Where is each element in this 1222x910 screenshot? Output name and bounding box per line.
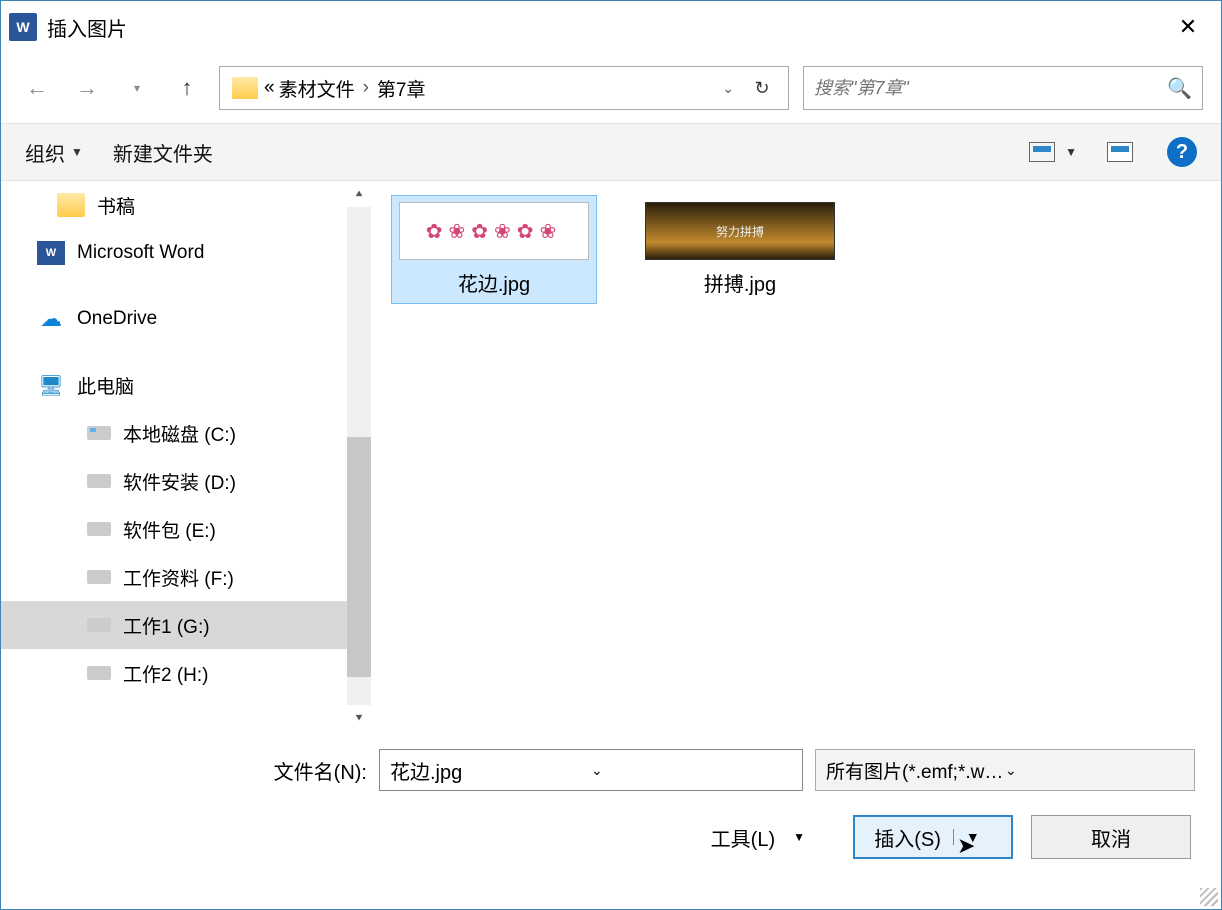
sidebar-item-drive-c[interactable]: 本地磁盘 (C:) — [1, 409, 371, 457]
tools-button[interactable]: 工具(L) ▼ — [711, 823, 805, 852]
organize-label: 组织 — [25, 138, 65, 167]
resize-grip[interactable] — [1200, 888, 1218, 906]
folder-icon — [57, 193, 85, 217]
drive-icon — [87, 522, 111, 536]
breadcrumb-parent[interactable]: 素材文件 — [279, 75, 355, 102]
insert-split-dropdown[interactable]: ▼ — [953, 829, 992, 845]
filetype-value: 所有图片(*.emf;*.wmf;*.jpg;*.jpeg;*.png;*.bm… — [826, 757, 1005, 784]
scroll-down-icon[interactable]: ⯆ — [347, 705, 371, 731]
address-bar[interactable]: « 素材文件 › 第7章 ⌄ ↻ — [219, 66, 789, 110]
filetype-dropdown[interactable]: 所有图片(*.emf;*.wmf;*.jpg;*.jpeg;*.png;*.bm… — [815, 749, 1195, 791]
sidebar-item-drive-h[interactable]: 工作2 (H:) — [1, 649, 371, 697]
file-item[interactable]: 花边.jpg — [391, 195, 597, 304]
scroll-thumb[interactable] — [347, 437, 371, 677]
chevron-down-icon: ▼ — [1065, 145, 1077, 159]
view-icon — [1029, 142, 1055, 162]
main-area: 书稿 W Microsoft Word ☁ OneDrive 🖥 此电脑 本地磁… — [1, 181, 1221, 731]
sidebar-item-drive-d[interactable]: 软件安装 (D:) — [1, 457, 371, 505]
breadcrumb-prefix: « — [264, 77, 275, 99]
breadcrumb-separator-icon: › — [363, 77, 369, 99]
file-label: 拼搏.jpg — [642, 268, 838, 297]
drive-icon — [87, 426, 111, 440]
file-thumbnail: 努力拼搏 — [645, 202, 835, 260]
insert-button[interactable]: 插入(S) ▼ ➤ — [853, 815, 1013, 859]
sidebar-item-word[interactable]: W Microsoft Word — [1, 229, 371, 277]
chevron-down-icon: ▼ — [71, 145, 83, 159]
preview-pane-icon — [1107, 142, 1133, 162]
sidebar-item-onedrive[interactable]: ☁ OneDrive — [1, 295, 371, 343]
pc-icon: 🖥 — [37, 373, 65, 397]
new-folder-label: 新建文件夹 — [113, 138, 213, 167]
sidebar-item-label: OneDrive — [77, 308, 157, 330]
cancel-label: 取消 — [1091, 823, 1131, 852]
search-input[interactable] — [814, 78, 1167, 99]
filename-input[interactable]: 花边.jpg ⌄ — [379, 749, 803, 791]
breadcrumb[interactable]: « 素材文件 › 第7章 — [264, 75, 722, 102]
close-button[interactable]: ✕ — [1163, 1, 1213, 53]
sidebar-item-label: 书稿 — [97, 192, 135, 219]
drive-icon — [87, 570, 111, 584]
sidebar-item-label: 软件包 (E:) — [123, 516, 216, 543]
sidebar-item-label: Microsoft Word — [77, 242, 204, 264]
sidebar-item-drive-g[interactable]: 工作1 (G:) — [1, 601, 371, 649]
sidebar-item-label: 工作2 (H:) — [123, 660, 209, 687]
tools-label: 工具(L) — [711, 823, 775, 852]
sidebar-scrollbar[interactable]: ⯅ ⯆ — [347, 181, 371, 731]
scroll-up-icon[interactable]: ⯅ — [347, 181, 371, 207]
sidebar-item-drive-e[interactable]: 软件包 (E:) — [1, 505, 371, 553]
new-folder-button[interactable]: 新建文件夹 — [113, 138, 213, 167]
cloud-icon: ☁ — [37, 307, 65, 331]
file-list[interactable]: 花边.jpg 努力拼搏 拼搏.jpg — [371, 181, 1221, 731]
folder-icon — [232, 77, 258, 99]
file-label: 花边.jpg — [396, 268, 592, 297]
chevron-down-icon: ▼ — [793, 830, 805, 844]
back-button[interactable]: ← — [19, 70, 55, 106]
sidebar-item-manuscript[interactable]: 书稿 — [1, 181, 371, 229]
navigation-bar: ← → ▾ ↑ « 素材文件 › 第7章 ⌄ ↻ 🔍 — [1, 53, 1221, 123]
filename-label: 文件名(N): — [27, 756, 367, 785]
file-item[interactable]: 努力拼搏 拼搏.jpg — [637, 195, 843, 304]
search-box[interactable]: 🔍 — [803, 66, 1203, 110]
window-title: 插入图片 — [47, 13, 1163, 42]
sidebar-item-label: 工作资料 (F:) — [123, 564, 234, 591]
sidebar-item-label: 此电脑 — [77, 372, 134, 399]
toolbar: 组织 ▼ 新建文件夹 ▼ ? — [1, 123, 1221, 181]
search-icon[interactable]: 🔍 — [1167, 76, 1192, 101]
view-mode-button[interactable]: ▼ — [1029, 142, 1077, 162]
cancel-button[interactable]: 取消 — [1031, 815, 1191, 859]
chevron-down-icon: ⌄ — [1005, 762, 1184, 779]
word-icon: W — [37, 241, 65, 265]
organize-button[interactable]: 组织 ▼ — [25, 138, 83, 167]
address-dropdown-icon[interactable]: ⌄ — [722, 80, 734, 97]
up-button[interactable]: ↑ — [169, 70, 205, 106]
dialog-footer: 文件名(N): 花边.jpg ⌄ 所有图片(*.emf;*.wmf;*.jpg;… — [1, 731, 1221, 873]
titlebar: W 插入图片 ✕ — [1, 1, 1221, 53]
help-button[interactable]: ? — [1167, 137, 1197, 167]
drive-icon — [87, 666, 111, 680]
sidebar-item-label: 本地磁盘 (C:) — [123, 420, 236, 447]
recent-dropdown[interactable]: ▾ — [119, 70, 155, 106]
sidebar-item-thispc[interactable]: 🖥 此电脑 — [1, 361, 371, 409]
preview-pane-button[interactable] — [1107, 142, 1137, 162]
word-app-icon: W — [9, 13, 37, 41]
chevron-down-icon[interactable]: ⌄ — [591, 762, 792, 779]
breadcrumb-current[interactable]: 第7章 — [377, 75, 426, 102]
insert-label: 插入(S) — [874, 823, 941, 852]
scroll-track[interactable] — [347, 207, 371, 705]
sidebar: 书稿 W Microsoft Word ☁ OneDrive 🖥 此电脑 本地磁… — [1, 181, 371, 731]
file-thumbnail — [399, 202, 589, 260]
refresh-button[interactable]: ↻ — [742, 78, 782, 99]
drive-icon — [87, 474, 111, 488]
sidebar-item-drive-f[interactable]: 工作资料 (F:) — [1, 553, 371, 601]
filename-value: 花边.jpg — [390, 756, 591, 785]
sidebar-item-label: 软件安装 (D:) — [123, 468, 236, 495]
drive-icon — [87, 618, 111, 632]
sidebar-item-label: 工作1 (G:) — [123, 612, 210, 639]
forward-button[interactable]: → — [69, 70, 105, 106]
